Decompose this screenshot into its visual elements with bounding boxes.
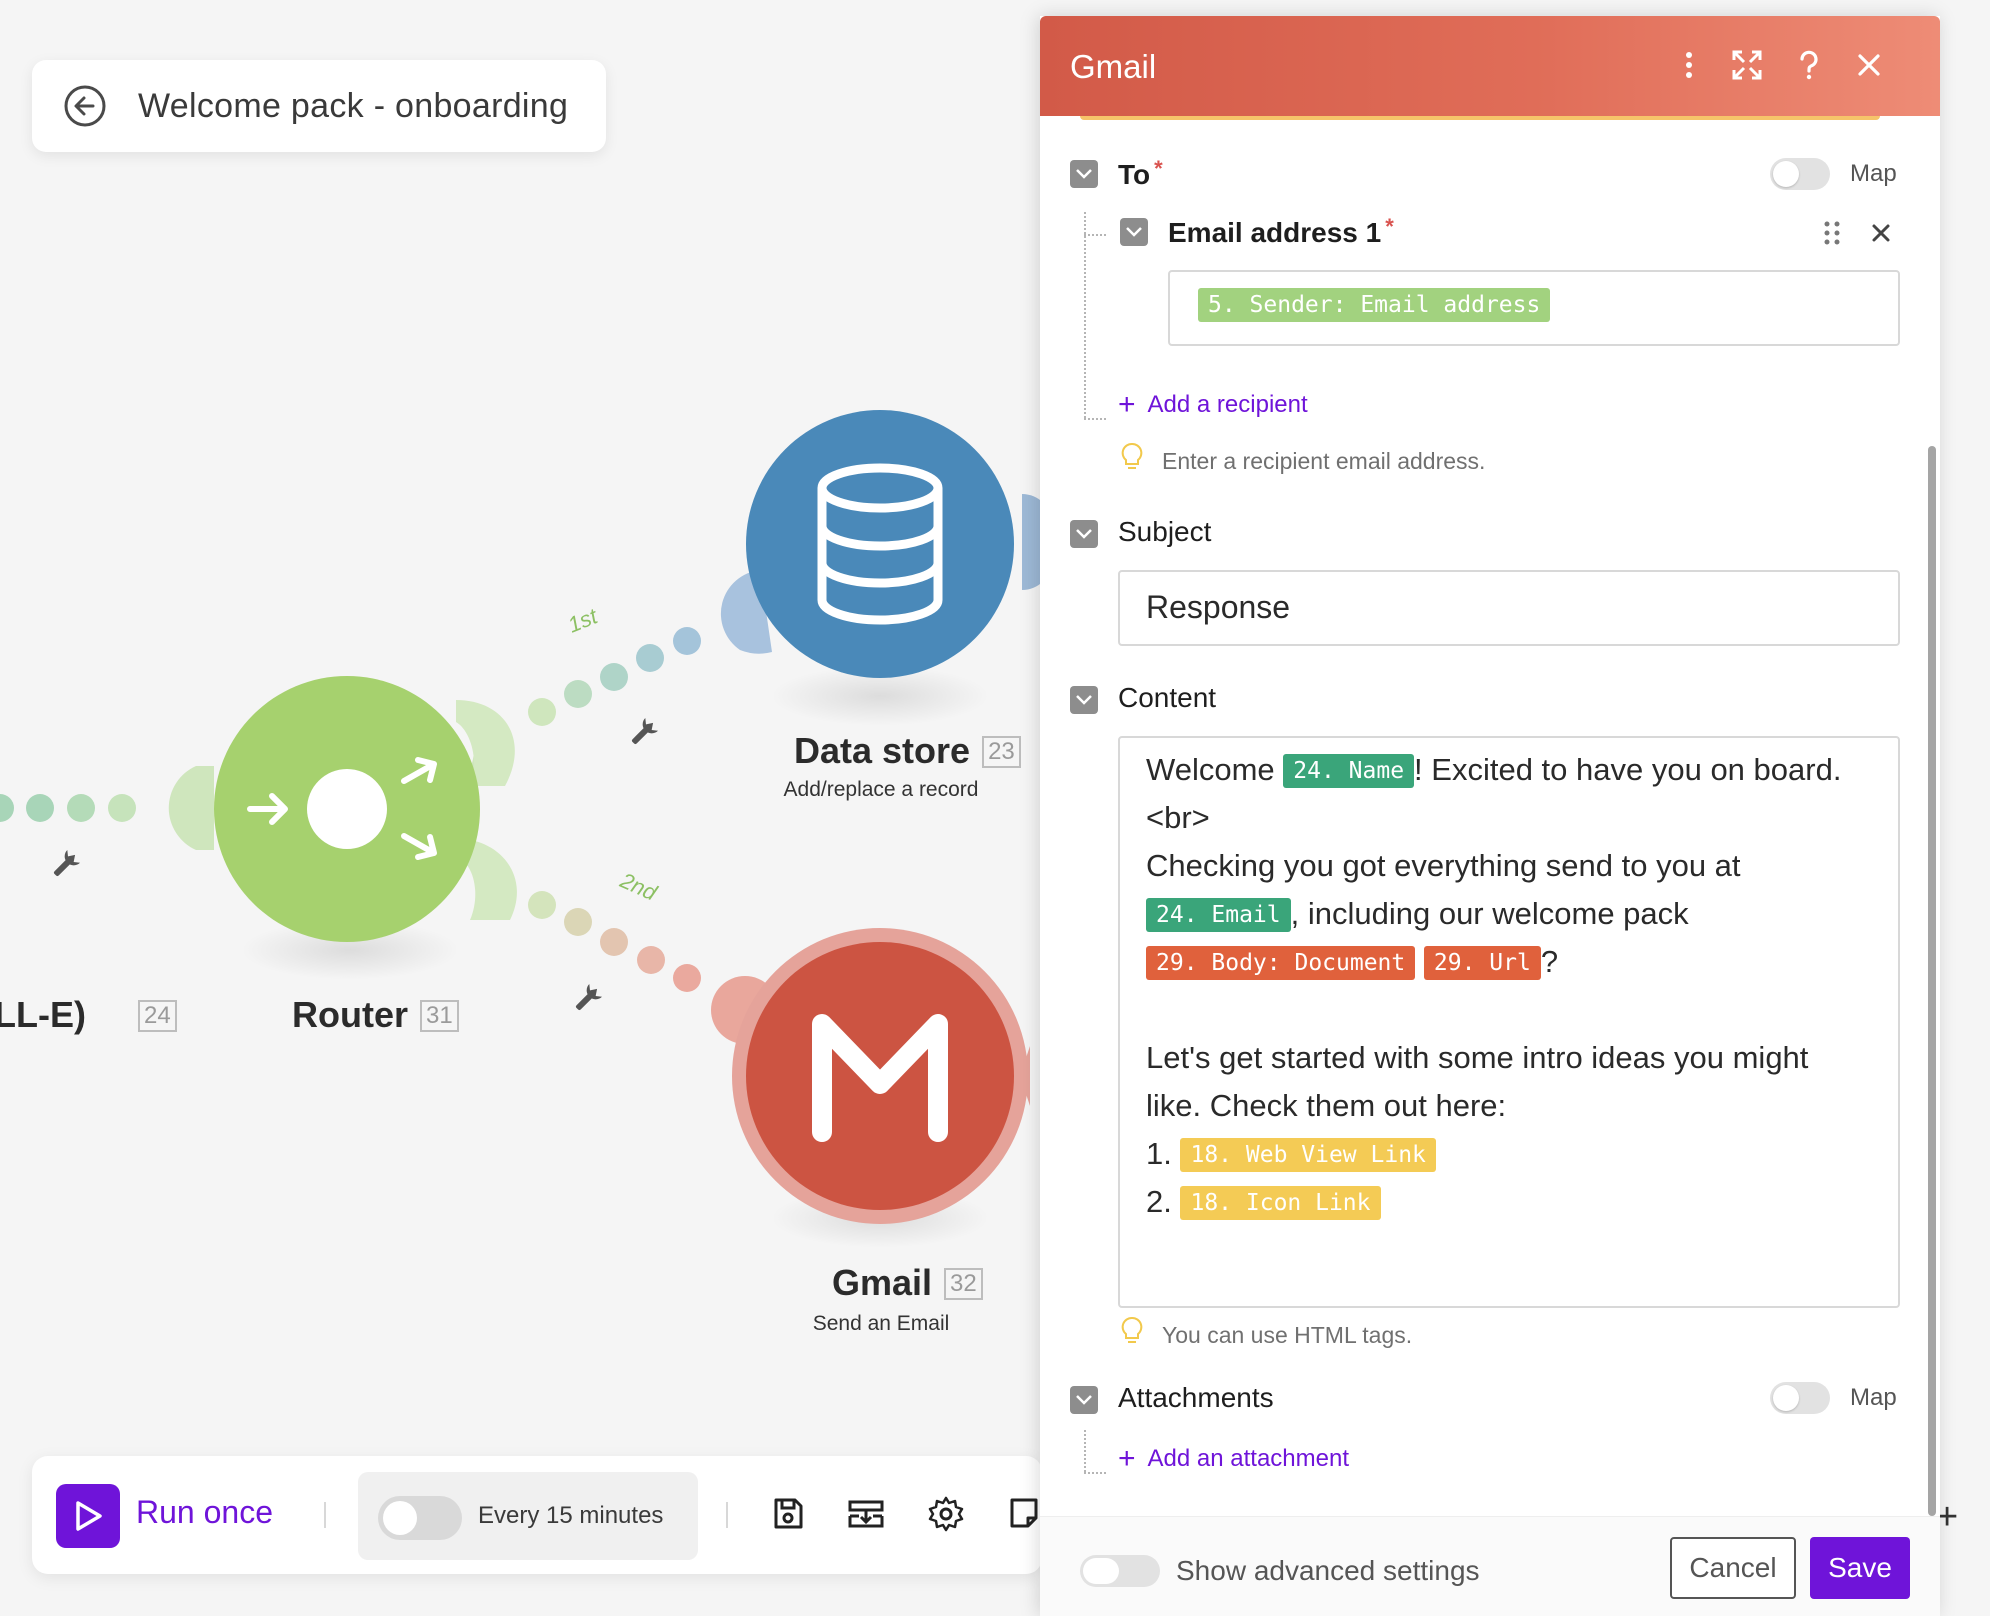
help-icon[interactable] (1792, 48, 1826, 82)
gmail-subtitle: Send an Email (812, 1312, 950, 1335)
save-button[interactable]: Save (1810, 1537, 1910, 1599)
toolbar-divider (726, 1502, 728, 1528)
panel-scrollbar[interactable] (1928, 446, 1936, 1516)
play-icon (76, 1501, 102, 1531)
notes-icon[interactable] (1004, 1494, 1044, 1534)
router-id: 31 (420, 1000, 459, 1032)
gmail-label: Gmail 32 (832, 1262, 983, 1304)
run-once-button[interactable] (56, 1484, 120, 1548)
attachments-map-label: Map (1850, 1384, 1897, 1411)
email1-label: Email address 1 * (1168, 214, 1394, 248)
plus-icon: + (1118, 388, 1136, 421)
panel-header: Gmail (1040, 16, 1940, 116)
mapped-value-pill[interactable]: 18. Icon Link (1180, 1186, 1381, 1220)
email1-input[interactable]: 5. Sender: Email address (1168, 270, 1900, 346)
attachments-map-toggle[interactable] (1770, 1382, 1830, 1414)
datastore-label: Data store 23 (794, 730, 1021, 772)
advanced-settings-toggle[interactable] (1080, 1555, 1160, 1587)
tree-line (1084, 418, 1106, 420)
cancel-button[interactable]: Cancel (1670, 1537, 1796, 1599)
gmail-settings-panel: Gmail To * Map Email address 1 * 5. Send… (1040, 16, 1940, 1616)
schedule-control: Every 15 minutes (358, 1472, 698, 1560)
datastore-name: Data store (794, 730, 971, 771)
content-text: Welcome 24. Name! Excited to have you on… (1146, 752, 1842, 1220)
gmail-name: Gmail (832, 1262, 933, 1303)
router-name: Router (292, 994, 408, 1035)
close-icon[interactable] (1852, 48, 1886, 82)
toolbar-divider (324, 1502, 326, 1528)
plus-icon: + (1118, 1442, 1136, 1475)
content-label: Content (1118, 682, 1217, 713)
to-map-label: Map (1850, 160, 1897, 187)
to-map-toggle[interactable] (1770, 158, 1830, 190)
lightbulb-icon (1121, 442, 1143, 469)
to-collapse-checkbox[interactable] (1070, 160, 1098, 188)
run-once-label[interactable]: Run once (136, 1494, 273, 1531)
gmail-id: 32 (944, 1268, 983, 1300)
router-label: Router 31 (292, 994, 459, 1036)
schedule-toggle[interactable] (378, 1496, 462, 1540)
lightbulb-icon (1121, 1316, 1143, 1343)
left-module-id: 24 (137, 1000, 177, 1032)
mapped-value-pill[interactable]: 18. Web View Link (1180, 1138, 1436, 1172)
remove-item-icon[interactable] (1870, 222, 1892, 244)
mapped-value-pill[interactable]: 29. Body: Document (1146, 946, 1416, 980)
datastore-id: 23 (982, 736, 1021, 768)
wrench-icon[interactable] (627, 717, 660, 750)
tree-line (1084, 212, 1086, 418)
attachments-collapse-checkbox[interactable] (1070, 1386, 1098, 1414)
to-label: To * (1118, 156, 1163, 190)
advanced-settings-label[interactable]: Show advanced settings (1176, 1555, 1480, 1587)
mapped-value-pill[interactable]: 29. Url (1423, 946, 1541, 980)
mapped-value-pill[interactable]: 24. Name (1283, 754, 1415, 788)
more-vertical-icon[interactable] (1672, 48, 1706, 82)
add-attachment-link[interactable]: + Add an attachment (1118, 1442, 1349, 1476)
subject-label: Subject (1118, 516, 1212, 547)
expand-icon[interactable] (1730, 48, 1764, 82)
subject-collapse-checkbox[interactable] (1070, 520, 1098, 548)
settings-icon[interactable] (926, 1494, 966, 1534)
wrench-icon[interactable] (571, 983, 604, 1016)
mapped-value-pill[interactable]: 24. Email (1146, 898, 1291, 932)
datastore-module[interactable] (746, 410, 1016, 680)
left-module-label: LL-E) 24 (0, 994, 177, 1036)
schedule-label[interactable]: Every 15 minutes (478, 1502, 663, 1530)
save-icon[interactable] (768, 1494, 808, 1534)
panel-title: Gmail (1070, 48, 1157, 85)
router-module[interactable] (214, 676, 484, 946)
drag-handle-icon[interactable] (1822, 220, 1842, 246)
tree-line (1084, 234, 1106, 236)
scenario-toolbar: Run once Every 15 minutes (32, 1456, 1042, 1574)
mapped-value-pill[interactable]: 5. Sender: Email address (1198, 288, 1551, 322)
panel-header-accent (1080, 116, 1880, 120)
content-editor[interactable]: Welcome 24. Name! Excited to have you on… (1118, 736, 1900, 1308)
tree-line (1084, 1472, 1106, 1474)
export-icon[interactable] (846, 1494, 886, 1534)
subject-input[interactable]: Response (1118, 570, 1900, 646)
content-hint: You can use HTML tags. (1162, 1322, 1413, 1348)
attachments-label: Attachments (1118, 1382, 1274, 1413)
left-module-name: LL-E) (0, 994, 86, 1035)
add-recipient-link[interactable]: + Add a recipient (1118, 388, 1308, 422)
recipient-hint: Enter a recipient email address. (1162, 448, 1486, 474)
datastore-subtitle: Add/replace a record (783, 778, 979, 801)
gmail-module[interactable] (730, 928, 1042, 1228)
wrench-icon[interactable] (49, 849, 82, 882)
email1-collapse-checkbox[interactable] (1120, 218, 1148, 246)
tree-line (1084, 1430, 1086, 1472)
content-collapse-checkbox[interactable] (1070, 686, 1098, 714)
panel-footer: Show advanced settings Cancel Save (1040, 1516, 1940, 1616)
